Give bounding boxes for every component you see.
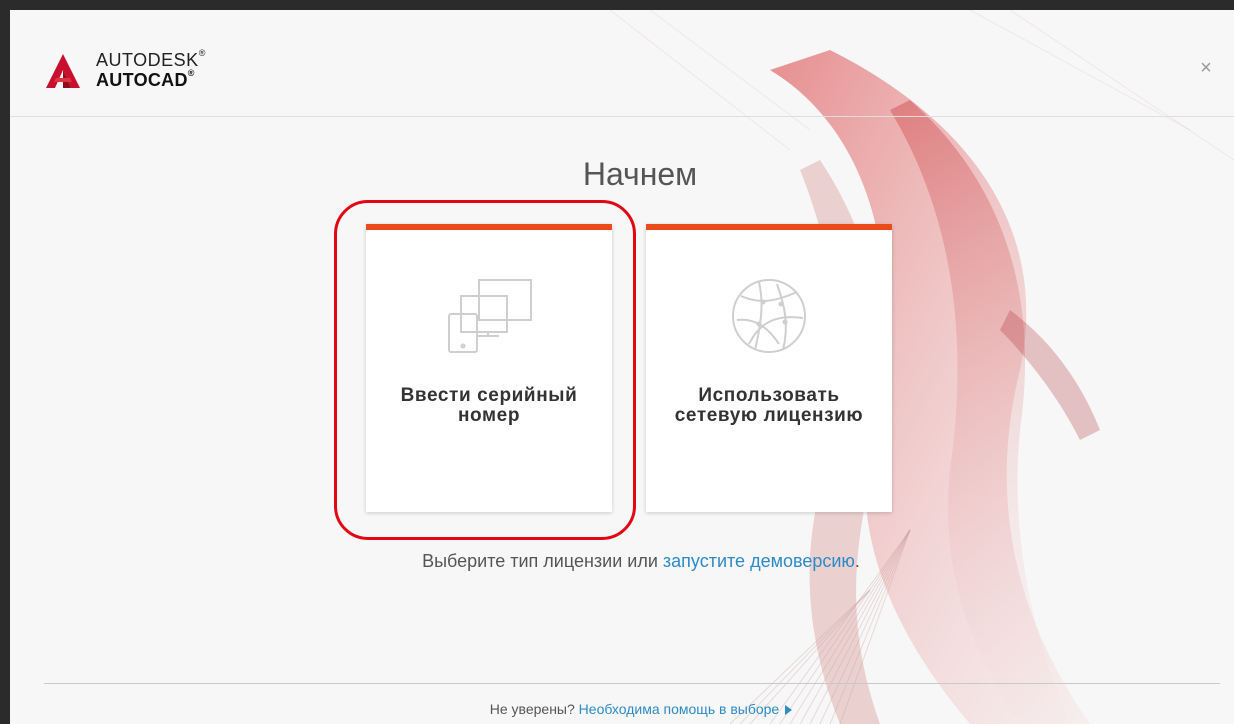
license-hint: Выберите тип лицензии или запустите демо… xyxy=(422,551,860,571)
page-title: Начнем xyxy=(582,156,698,192)
network-globe-icon xyxy=(732,279,806,353)
enter-serial-number-option[interactable]: Ввести серийный номер xyxy=(366,224,612,512)
license-dialog: AUTODESK® AUTOCAD® × Начнем Ввести серий… xyxy=(10,10,1234,724)
devices-icon xyxy=(448,279,532,353)
close-icon[interactable]: × xyxy=(1196,58,1216,78)
trial-link[interactable]: запустите демоверсию xyxy=(663,551,855,571)
option-label: Использовать сетевую лицензию xyxy=(674,385,864,426)
screen-border-top xyxy=(0,0,1234,10)
arrow-right-icon xyxy=(785,705,793,716)
help-link[interactable]: Необходима помощь в выборе xyxy=(579,701,780,717)
screen-border-left xyxy=(0,0,10,724)
footer-help: Не уверены? Необходима помощь в выборе xyxy=(10,701,1234,717)
option-label: Ввести серийный номер xyxy=(400,385,578,426)
network-license-option[interactable]: Использовать сетевую лицензию xyxy=(646,224,892,512)
footer-divider xyxy=(44,683,1220,684)
background-artwork xyxy=(609,10,1234,724)
brand-product: AUTOCAD® xyxy=(96,68,195,90)
autocad-logo-icon xyxy=(46,54,80,88)
dialog-header: AUTODESK® AUTOCAD® × xyxy=(10,10,1234,117)
